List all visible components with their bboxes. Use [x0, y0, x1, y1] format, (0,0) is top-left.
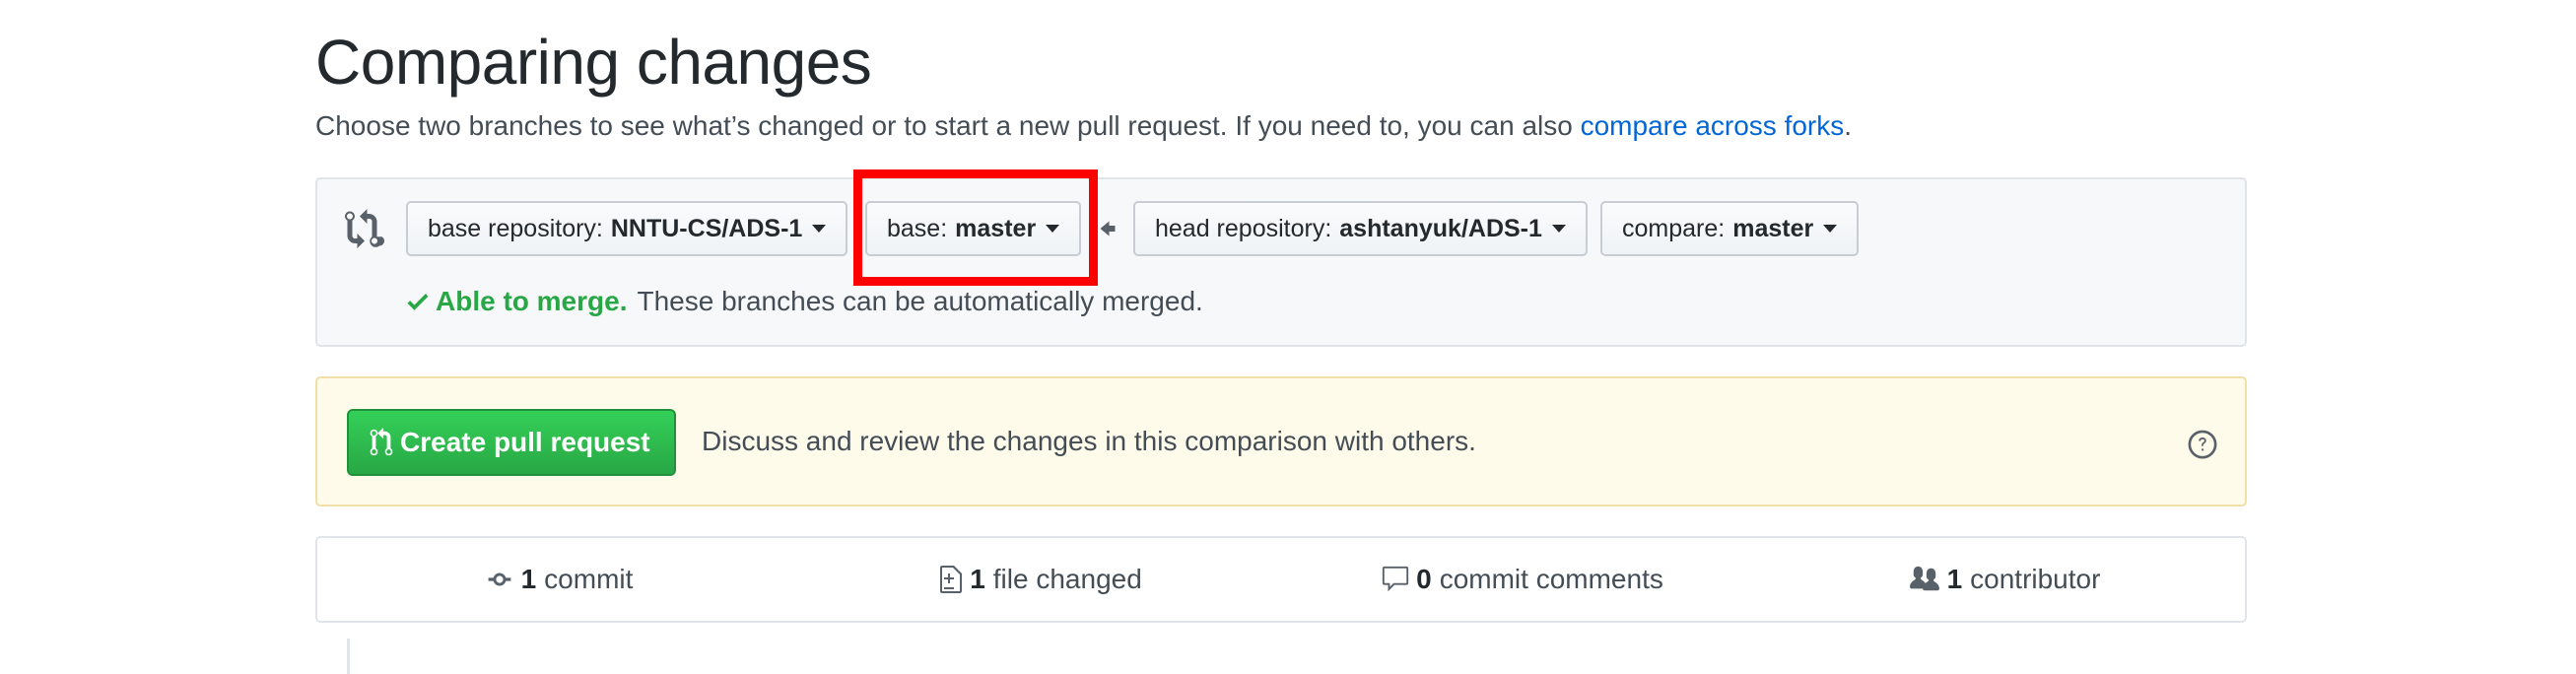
base-repository-value: NNTU-CS/ADS-1 [610, 214, 803, 242]
git-pull-request-icon [370, 428, 393, 456]
files-changed-tab[interactable]: 1 file changed [799, 564, 1281, 595]
base-repository-select[interactable]: base repository: NNTU-CS/ADS-1 [406, 201, 848, 256]
compare-branch-select[interactable]: compare: master [1600, 201, 1860, 256]
comment-icon [1383, 566, 1409, 592]
files-label: file changed [992, 564, 1142, 594]
base-branch-select[interactable]: base: master [865, 201, 1082, 256]
compare-range-box: base repository: NNTU-CS/ADS-1 base: mas… [315, 177, 2247, 347]
git-compare-icon [345, 209, 384, 248]
base-branch-value: master [955, 214, 1037, 242]
head-repository-label: head repository: [1155, 214, 1332, 242]
contributors-label: contributor [1970, 564, 2101, 594]
compare-branch-value: master [1732, 214, 1814, 242]
comments-label: commit comments [1439, 564, 1663, 594]
contributors-count: 1 [1946, 564, 1963, 594]
create-pull-request-button[interactable]: Create pull request [347, 409, 676, 476]
people-icon [1909, 566, 1939, 591]
contributors-tab[interactable]: 1 contributor [1763, 564, 2245, 595]
pull-request-notice: Create pull request Discuss and review t… [315, 376, 2247, 506]
create-pull-request-label: Create pull request [400, 427, 650, 457]
compare-summary-bar: 1 commit 1 file changed 0 commit comment… [315, 536, 2247, 623]
head-repository-value: ashtanyuk/ADS-1 [1339, 214, 1542, 242]
file-diff-icon [940, 566, 963, 593]
commits-count: 1 [520, 564, 537, 594]
arrow-left-icon [1100, 221, 1116, 236]
commits-label: commit [544, 564, 634, 594]
compare-page: Comparing changes Choose two branches to… [0, 0, 2576, 674]
caret-down-icon [812, 225, 827, 233]
compare-branch-label: compare: [1622, 214, 1726, 242]
check-icon [407, 294, 429, 310]
commit-comments-tab[interactable]: 0 commit comments [1281, 564, 1763, 595]
page-subtitle: Choose two branches to see what’s change… [315, 110, 1852, 142]
subtitle-text: Choose two branches to see what’s change… [315, 110, 1581, 141]
caret-down-icon [1551, 225, 1566, 233]
files-count: 1 [970, 564, 985, 594]
page-title: Comparing changes [315, 27, 872, 98]
caret-down-icon [1823, 225, 1838, 233]
compare-across-forks-link[interactable]: compare across forks [1581, 110, 1845, 141]
subtitle-end: . [1844, 110, 1853, 141]
base-branch-label: base: [887, 214, 948, 242]
timeline-line [347, 639, 350, 674]
caret-down-icon [1046, 225, 1060, 233]
merge-status: Able to merge. These branches can be aut… [406, 286, 1203, 317]
commits-tab[interactable]: 1 commit [317, 564, 799, 595]
merge-message: These branches can be automatically merg… [637, 286, 1203, 316]
head-repository-select[interactable]: head repository: ashtanyuk/ADS-1 [1133, 201, 1588, 256]
question-icon[interactable] [2188, 430, 2217, 459]
merge-ok-text: Able to merge. [436, 286, 628, 316]
pull-request-description: Discuss and review the changes in this c… [702, 426, 1476, 456]
comments-count: 0 [1416, 564, 1432, 594]
base-repository-label: base repository: [428, 214, 603, 242]
git-commit-icon [488, 573, 510, 586]
